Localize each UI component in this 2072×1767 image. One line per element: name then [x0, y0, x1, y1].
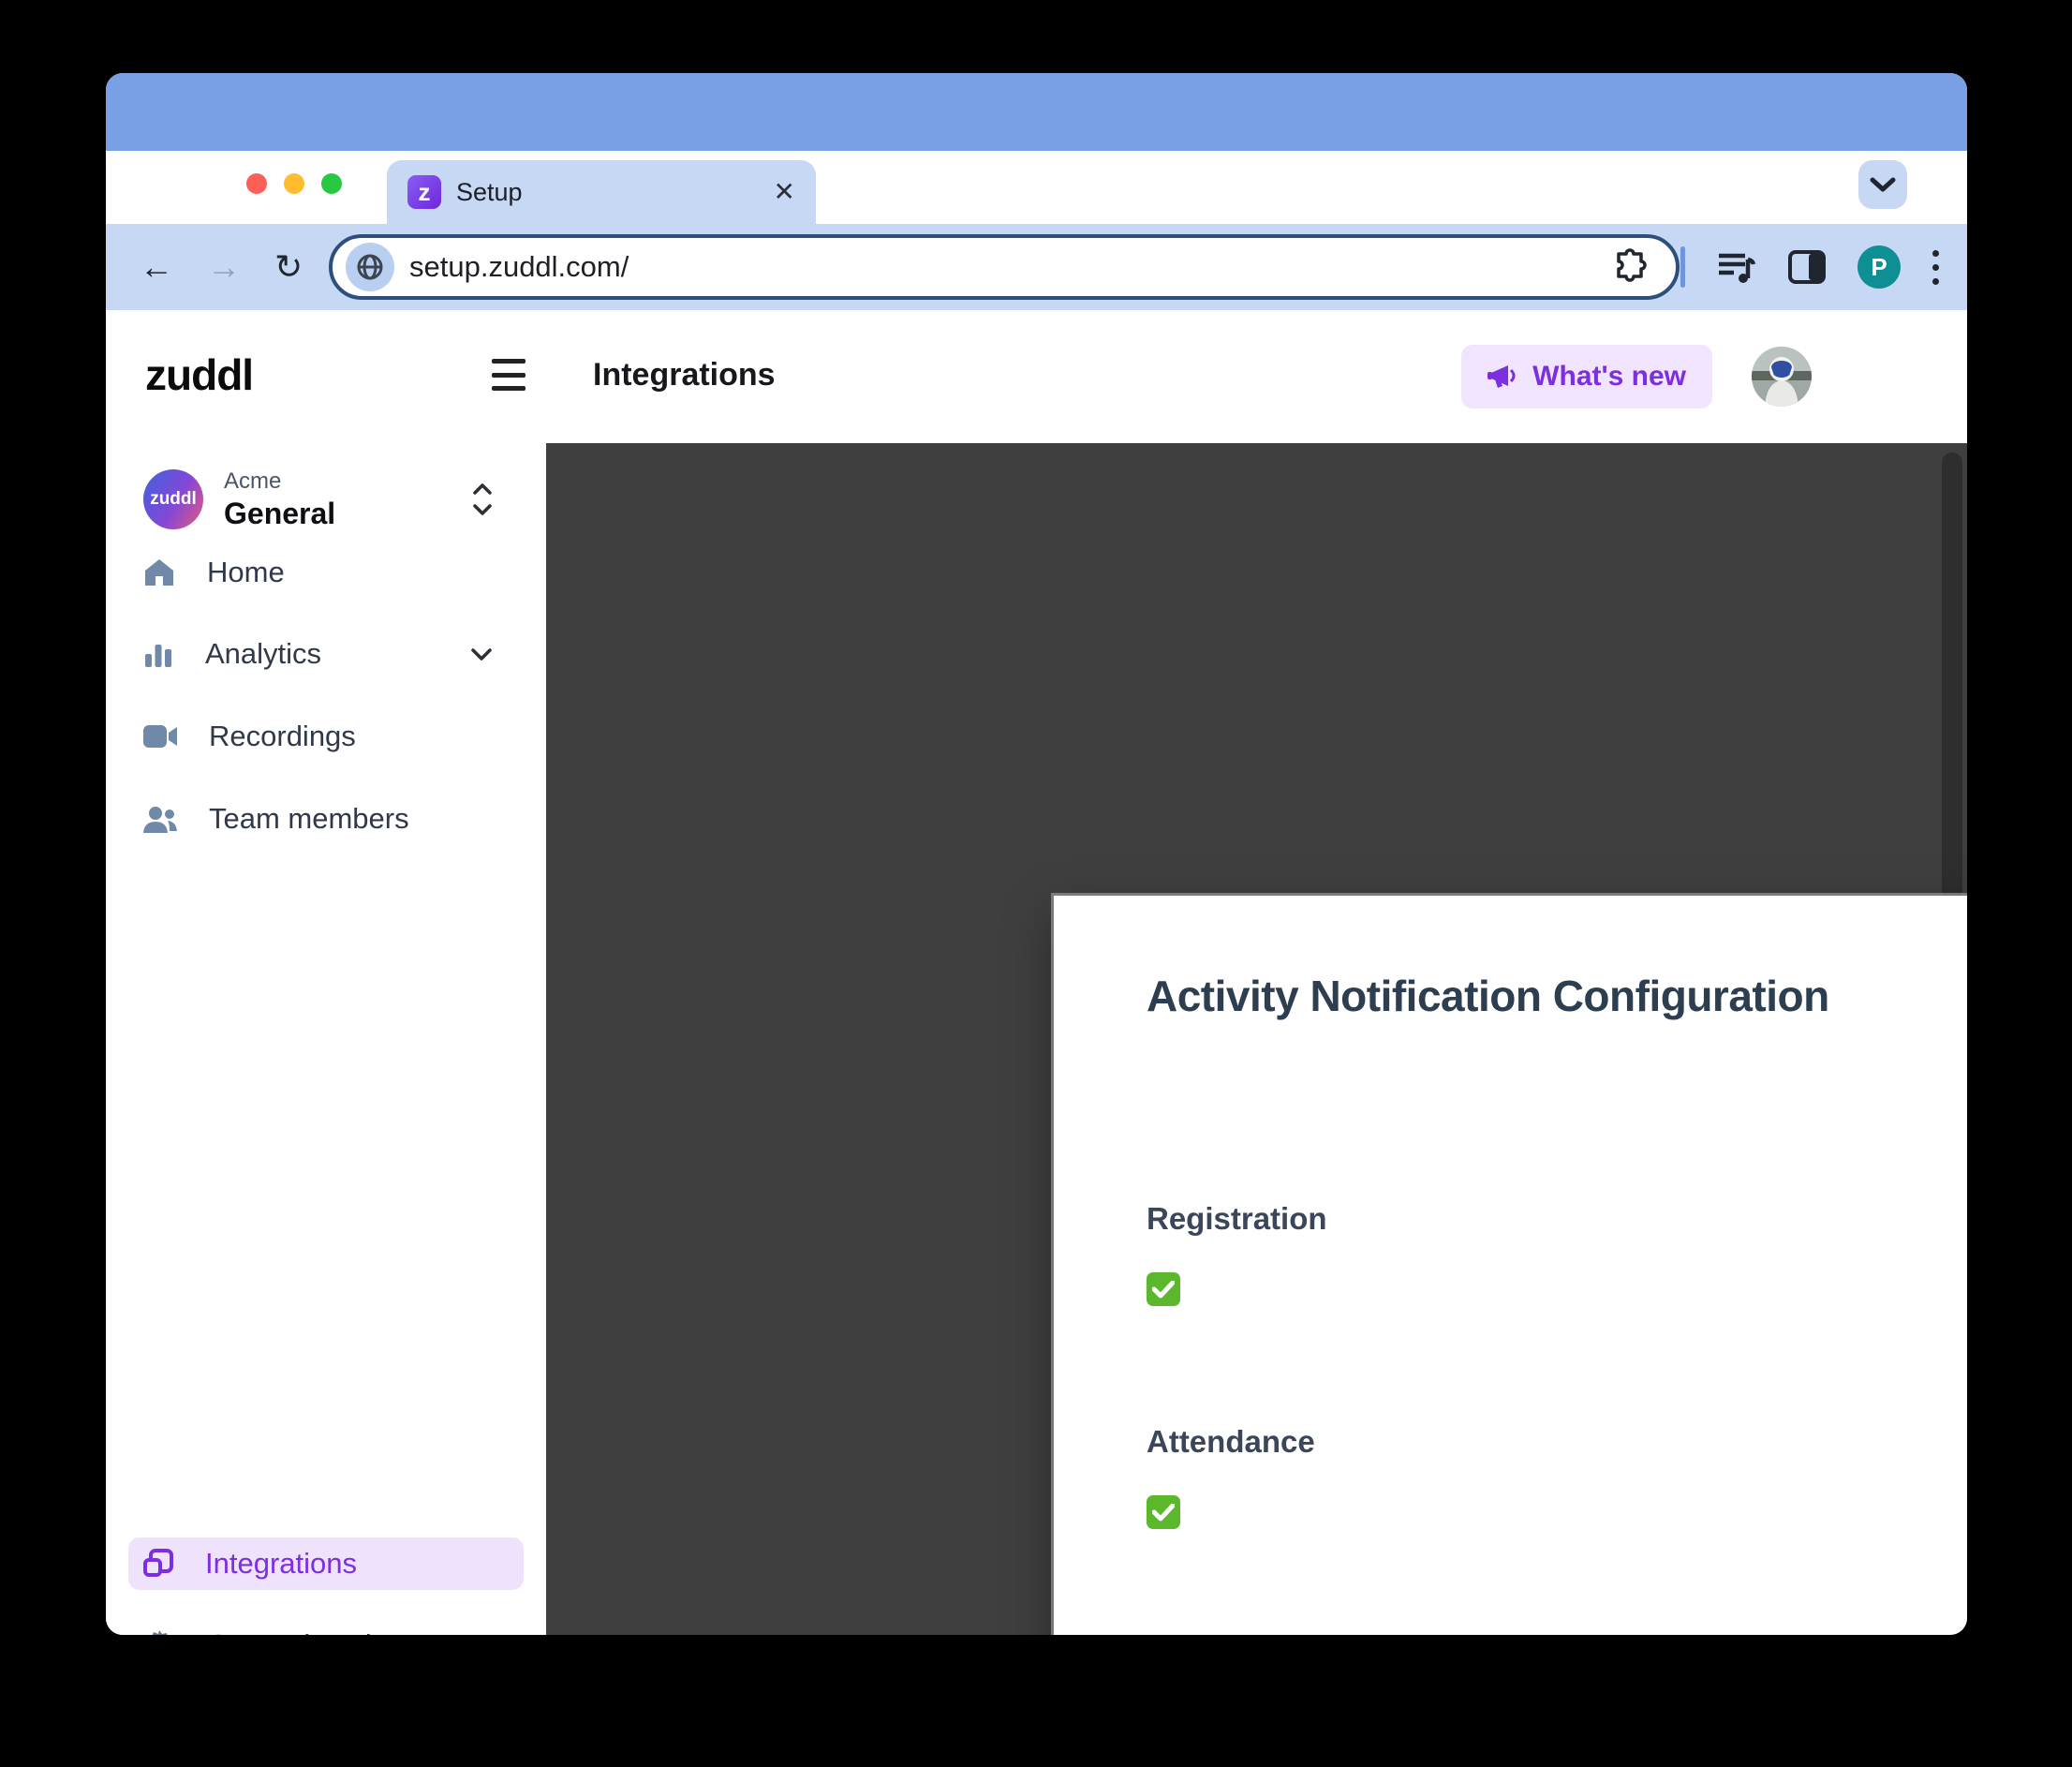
tab-search-chevron-button[interactable]	[1858, 160, 1907, 209]
extensions-icon[interactable]	[1611, 248, 1649, 286]
zuddl-favicon-icon: z	[407, 175, 441, 209]
sidebar-item-label: Home	[207, 556, 285, 588]
sidebar-toggle-hamburger-icon[interactable]	[492, 359, 525, 391]
back-button[interactable]: ←	[140, 247, 173, 287]
address-bar[interactable]: setup.zuddl.com/	[329, 234, 1680, 300]
user-avatar[interactable]	[1752, 347, 1812, 407]
sidebar-item-label: General settings	[207, 1628, 419, 1635]
browser-profile-avatar[interactable]: P	[1857, 245, 1901, 289]
checkbox-check-icon	[1152, 1280, 1175, 1298]
playlist-music-icon[interactable]	[1717, 248, 1756, 286]
close-window-button[interactable]	[246, 173, 267, 194]
side-panel-icon[interactable]	[1788, 250, 1826, 284]
sidebar-item-home[interactable]: Home	[143, 546, 518, 599]
site-info-globe-icon[interactable]	[346, 243, 394, 291]
browser-window: z Setup ✕ ← → ↻ setup.zuddl.com/ P zuddl…	[106, 73, 1967, 1635]
sidebar-item-label: Analytics	[205, 637, 322, 670]
tab-close-icon[interactable]: ✕	[774, 179, 795, 205]
sidebar-item-recordings[interactable]: Recordings	[143, 710, 518, 763]
app-header: zuddl Integrations What's new	[106, 310, 1967, 443]
screenshot-stage: z Setup ✕ ← → ↻ setup.zuddl.com/ P zuddl…	[0, 0, 2072, 1767]
zuddl-logo: zuddl	[145, 350, 254, 399]
sidebar-item-team-members[interactable]: Team members	[143, 793, 518, 845]
browser-titlebar	[106, 73, 1967, 151]
checkbox-check-icon	[1152, 1503, 1175, 1521]
workspace-logo: zuddl	[143, 469, 203, 529]
video-camera-icon	[143, 725, 177, 748]
toolbar-divider	[1680, 246, 1685, 288]
workspace-expand-icon[interactable]	[473, 483, 492, 515]
registration-label: Registration	[1147, 1201, 1327, 1236]
whats-new-button[interactable]: What's new	[1461, 345, 1712, 408]
whats-new-label: What's new	[1532, 361, 1686, 392]
sidebar-item-label: Team members	[209, 802, 409, 835]
browser-tab[interactable]: z Setup ✕	[387, 160, 816, 224]
workspace-selector[interactable]: zuddl Acme General	[143, 467, 518, 532]
activity-notification-modal: Activity Notification Configuration Regi…	[1054, 896, 1967, 1635]
analytics-icon	[145, 645, 171, 667]
tab-title: Setup	[456, 177, 523, 206]
workspace-org: Acme	[224, 468, 282, 494]
gear-icon	[152, 1630, 168, 1635]
sidebar-item-analytics[interactable]: Analytics	[143, 628, 518, 680]
chevron-down-icon[interactable]	[471, 647, 492, 661]
toolbar-actions: P	[1611, 224, 1939, 310]
browser-menu-icon[interactable]	[1932, 249, 1939, 285]
megaphone-icon	[1487, 365, 1516, 388]
sidebar-item-integrations[interactable]: Integrations	[128, 1537, 524, 1590]
attendance-checkbox[interactable]	[1147, 1495, 1180, 1529]
sidebar-item-label: Integrations	[205, 1547, 357, 1580]
attendance-label: Attendance	[1147, 1424, 1315, 1459]
integrations-icon	[143, 1549, 173, 1577]
reload-button[interactable]: ↻	[274, 247, 303, 287]
modal-title: Activity Notification Configuration	[1147, 972, 1829, 1020]
page-title: Integrations	[593, 357, 776, 393]
dim-overlay: Slack + Salesforce Installed View detail…	[546, 443, 1967, 1635]
sidebar: zuddl Acme General Home Analytics Record…	[106, 443, 546, 1635]
home-icon	[145, 559, 173, 586]
forward-button[interactable]: →	[207, 247, 241, 287]
team-members-icon	[143, 807, 177, 833]
minimize-window-button[interactable]	[284, 173, 304, 194]
maximize-window-button[interactable]	[321, 173, 342, 194]
registration-checkbox[interactable]	[1147, 1272, 1180, 1306]
url-text: setup.zuddl.com/	[409, 250, 629, 283]
sidebar-item-label: Recordings	[209, 720, 356, 752]
sidebar-item-general-settings[interactable]: General settings	[143, 1619, 518, 1635]
workspace-name: General	[224, 496, 336, 530]
